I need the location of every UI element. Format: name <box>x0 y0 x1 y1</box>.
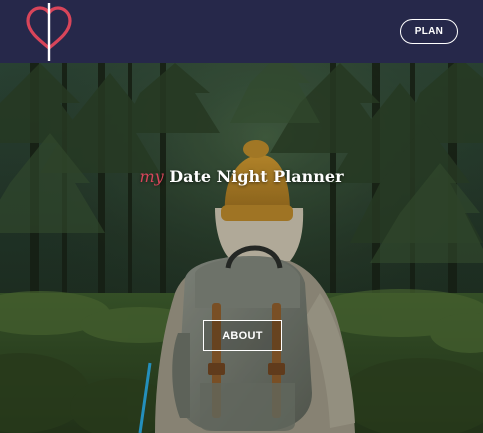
hiker-forest-background-image <box>0 63 483 433</box>
about-button[interactable]: ABOUT <box>203 320 282 351</box>
hero-title: my Date Night Planner <box>0 167 483 186</box>
hero-title-main: Date Night Planner <box>169 167 344 186</box>
hero-section: my Date Night Planner ABOUT <box>0 63 483 433</box>
plan-button[interactable]: PLAN <box>400 19 458 44</box>
page: PLAN my Date Night Planner ABOUT <box>0 0 483 433</box>
heart-pin-logo-icon[interactable] <box>26 2 72 62</box>
hero-title-accent: my <box>139 167 164 186</box>
navbar: PLAN <box>0 0 483 63</box>
